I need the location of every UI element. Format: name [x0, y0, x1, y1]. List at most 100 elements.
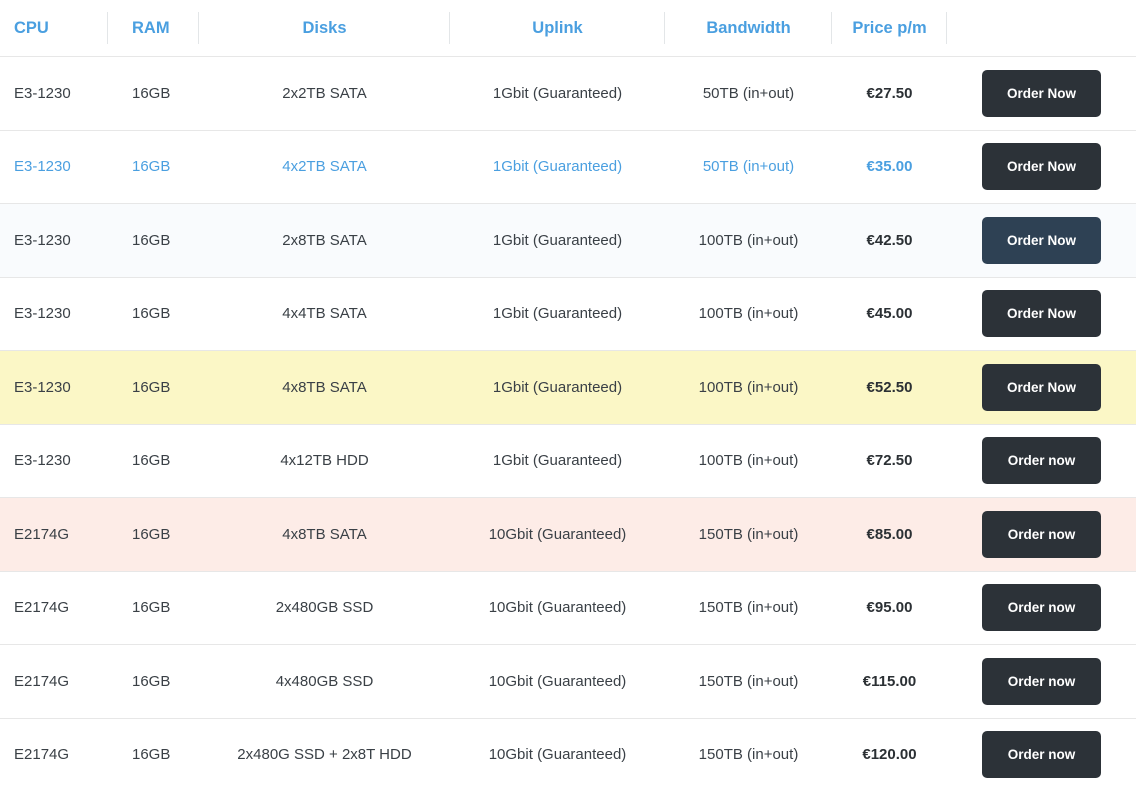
column-header-uplink-label: Uplink — [532, 19, 582, 37]
cell-action: Order Now — [947, 351, 1136, 425]
cell-disks: 4x4TB SATA — [199, 277, 450, 351]
cell-disks: 4x2TB SATA — [199, 130, 450, 204]
cell-uplink: 1Gbit (Guaranteed) — [450, 204, 665, 278]
order-now-button[interactable]: Order Now — [982, 70, 1101, 117]
table-row: E2174G16GB2x480GB SSD10Gbit (Guaranteed)… — [0, 571, 1136, 645]
cell-ram: 16GB — [108, 277, 199, 351]
column-header-bandwidth[interactable]: Bandwidth — [665, 0, 832, 57]
cell-cpu: E3-1230 — [0, 130, 108, 204]
table-row: E2174G16GB4x480GB SSD10Gbit (Guaranteed)… — [0, 645, 1136, 719]
table-row: E3-123016GB4x4TB SATA1Gbit (Guaranteed)1… — [0, 277, 1136, 351]
cell-ram: 16GB — [108, 498, 199, 572]
cell-action: Order Now — [947, 130, 1136, 204]
order-now-button[interactable]: Order Now — [982, 364, 1101, 411]
cell-price: €42.50 — [832, 204, 947, 278]
cell-uplink: 1Gbit (Guaranteed) — [450, 424, 665, 498]
cell-cpu: E3-1230 — [0, 57, 108, 131]
cell-cpu: E3-1230 — [0, 424, 108, 498]
cell-uplink: 1Gbit (Guaranteed) — [450, 57, 665, 131]
table-row: E3-123016GB4x12TB HDD1Gbit (Guaranteed)1… — [0, 424, 1136, 498]
table-row: E3-123016GB2x2TB SATA1Gbit (Guaranteed)5… — [0, 57, 1136, 131]
cell-uplink: 1Gbit (Guaranteed) — [450, 130, 665, 204]
order-now-button[interactable]: Order now — [982, 437, 1101, 484]
cell-bandwidth: 100TB (in+out) — [665, 351, 832, 425]
column-header-cpu[interactable]: CPU — [0, 0, 108, 57]
cell-disks: 2x480GB SSD — [199, 571, 450, 645]
table-row: E3-123016GB2x8TB SATA1Gbit (Guaranteed)1… — [0, 204, 1136, 278]
server-pricing-table: CPU RAM Disks Uplink Bandwidth Price p/m — [0, 0, 1136, 791]
cell-uplink: 10Gbit (Guaranteed) — [450, 718, 665, 791]
column-header-uplink[interactable]: Uplink — [450, 0, 665, 57]
cell-bandwidth: 50TB (in+out) — [665, 130, 832, 204]
table-row: E3-123016GB4x8TB SATA1Gbit (Guaranteed)1… — [0, 351, 1136, 425]
cell-bandwidth: 50TB (in+out) — [665, 57, 832, 131]
column-header-bandwidth-label: Bandwidth — [706, 19, 790, 37]
cell-ram: 16GB — [108, 424, 199, 498]
table-header: CPU RAM Disks Uplink Bandwidth Price p/m — [0, 0, 1136, 57]
cell-disks: 4x12TB HDD — [199, 424, 450, 498]
cell-ram: 16GB — [108, 645, 199, 719]
column-header-price-label: Price p/m — [852, 19, 926, 37]
cell-disks: 2x8TB SATA — [199, 204, 450, 278]
cell-disks: 4x8TB SATA — [199, 498, 450, 572]
column-header-disks[interactable]: Disks — [199, 0, 450, 57]
column-header-ram-label: RAM — [132, 19, 170, 37]
table-row: E2174G16GB2x480G SSD + 2x8T HDD10Gbit (G… — [0, 718, 1136, 791]
cell-bandwidth: 150TB (in+out) — [665, 498, 832, 572]
order-now-button[interactable]: Order now — [982, 731, 1101, 778]
cell-bandwidth: 150TB (in+out) — [665, 718, 832, 791]
cell-uplink: 10Gbit (Guaranteed) — [450, 645, 665, 719]
order-now-button[interactable]: Order now — [982, 658, 1101, 705]
table-row: E2174G16GB4x8TB SATA10Gbit (Guaranteed)1… — [0, 498, 1136, 572]
table-header-row: CPU RAM Disks Uplink Bandwidth Price p/m — [0, 0, 1136, 57]
cell-uplink: 1Gbit (Guaranteed) — [450, 351, 665, 425]
cell-price: €95.00 — [832, 571, 947, 645]
order-now-button[interactable]: Order Now — [982, 290, 1101, 337]
cell-price: €120.00 — [832, 718, 947, 791]
cell-cpu: E2174G — [0, 718, 108, 791]
column-header-ram[interactable]: RAM — [108, 0, 199, 57]
cell-cpu: E2174G — [0, 571, 108, 645]
cell-ram: 16GB — [108, 204, 199, 278]
cell-bandwidth: 150TB (in+out) — [665, 645, 832, 719]
cell-uplink: 1Gbit (Guaranteed) — [450, 277, 665, 351]
cell-bandwidth: 150TB (in+out) — [665, 571, 832, 645]
cell-action: Order now — [947, 645, 1136, 719]
column-header-price[interactable]: Price p/m — [832, 0, 947, 57]
cell-action: Order Now — [947, 204, 1136, 278]
cell-cpu: E3-1230 — [0, 204, 108, 278]
cell-ram: 16GB — [108, 57, 199, 131]
cell-disks: 4x8TB SATA — [199, 351, 450, 425]
cell-ram: 16GB — [108, 718, 199, 791]
column-header-cpu-label: CPU — [14, 19, 49, 37]
cell-action: Order now — [947, 718, 1136, 791]
cell-cpu: E2174G — [0, 498, 108, 572]
cell-price: €85.00 — [832, 498, 947, 572]
cell-action: Order Now — [947, 277, 1136, 351]
cell-price: €115.00 — [832, 645, 947, 719]
cell-uplink: 10Gbit (Guaranteed) — [450, 498, 665, 572]
cell-price: €52.50 — [832, 351, 947, 425]
cell-disks: 4x480GB SSD — [199, 645, 450, 719]
cell-price: €45.00 — [832, 277, 947, 351]
column-header-disks-label: Disks — [302, 19, 346, 37]
order-now-button[interactable]: Order now — [982, 584, 1101, 631]
order-now-button[interactable]: Order Now — [982, 217, 1101, 264]
cell-action: Order now — [947, 498, 1136, 572]
cell-cpu: E3-1230 — [0, 277, 108, 351]
cell-bandwidth: 100TB (in+out) — [665, 204, 832, 278]
order-now-button[interactable]: Order now — [982, 511, 1101, 558]
cell-disks: 2x2TB SATA — [199, 57, 450, 131]
cell-price: €27.50 — [832, 57, 947, 131]
cell-action: Order now — [947, 571, 1136, 645]
cell-action: Order now — [947, 424, 1136, 498]
table-row: E3-123016GB4x2TB SATA1Gbit (Guaranteed)5… — [0, 130, 1136, 204]
cell-price: €35.00 — [832, 130, 947, 204]
cell-bandwidth: 100TB (in+out) — [665, 277, 832, 351]
cell-bandwidth: 100TB (in+out) — [665, 424, 832, 498]
cell-cpu: E2174G — [0, 645, 108, 719]
cell-ram: 16GB — [108, 130, 199, 204]
order-now-button[interactable]: Order Now — [982, 143, 1101, 190]
cell-ram: 16GB — [108, 571, 199, 645]
cell-disks: 2x480G SSD + 2x8T HDD — [199, 718, 450, 791]
